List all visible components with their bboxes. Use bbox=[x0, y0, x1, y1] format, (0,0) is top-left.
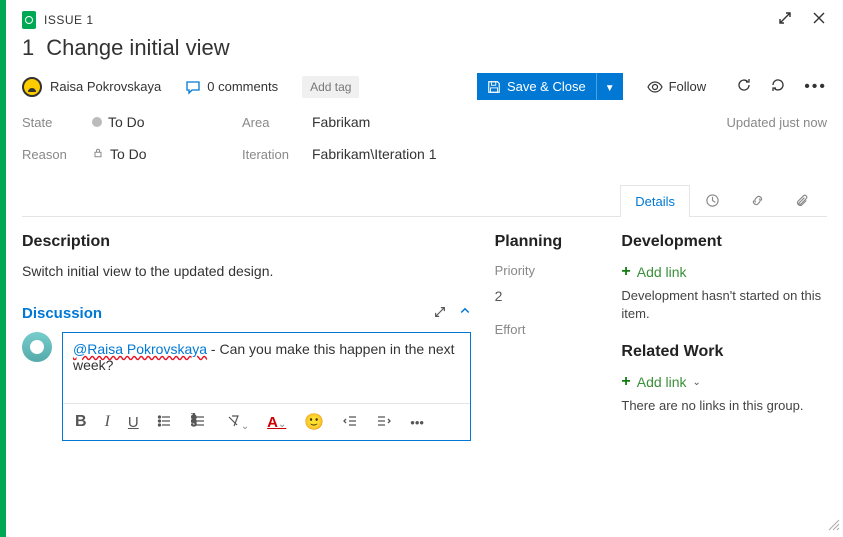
updated-text: Updated just now bbox=[727, 115, 827, 130]
toolbar-more-button[interactable]: ••• bbox=[410, 415, 424, 430]
comments-button[interactable]: 0 comments bbox=[185, 79, 278, 95]
plus-icon: + bbox=[621, 263, 630, 281]
mention[interactable]: @Raisa Pokrovskaya bbox=[73, 341, 207, 357]
numbered-list-button[interactable]: 123 bbox=[191, 413, 207, 432]
clear-format-button[interactable]: ⌄ bbox=[225, 413, 249, 432]
tab-details[interactable]: Details bbox=[620, 185, 690, 217]
bullet-list-button[interactable] bbox=[157, 413, 173, 432]
iteration-value[interactable]: Fabrikam\Iteration 1 bbox=[312, 146, 727, 162]
tabs: Details bbox=[22, 184, 827, 217]
save-close-split-button: Save & Close ▼ bbox=[477, 73, 623, 100]
priority-value[interactable]: 2 bbox=[495, 288, 598, 304]
priority-label: Priority bbox=[495, 263, 598, 278]
reason-value[interactable]: To Do bbox=[92, 146, 242, 162]
comments-label: 0 comments bbox=[207, 79, 278, 94]
save-close-button[interactable]: Save & Close bbox=[477, 73, 596, 100]
area-value[interactable]: Fabrikam bbox=[312, 114, 727, 130]
related-addlink[interactable]: +Add link ⌄ bbox=[621, 373, 827, 391]
related-text: There are no links in this group. bbox=[621, 397, 827, 415]
issue-type-icon bbox=[22, 11, 36, 29]
area-label: Area bbox=[242, 115, 312, 130]
comment-editor[interactable]: @Raisa Pokrovskaya - Can you make this h… bbox=[62, 332, 471, 441]
follow-button[interactable]: Follow bbox=[647, 79, 707, 95]
avatar-icon bbox=[22, 77, 42, 97]
tab-links[interactable] bbox=[735, 184, 780, 216]
iteration-label: Iteration bbox=[242, 147, 312, 162]
add-tag-button[interactable]: Add tag bbox=[302, 76, 359, 98]
issue-label: ISSUE 1 bbox=[44, 13, 94, 27]
save-close-dropdown[interactable]: ▼ bbox=[596, 73, 623, 100]
tab-history[interactable] bbox=[690, 184, 735, 216]
fullscreen-icon[interactable] bbox=[777, 10, 793, 29]
description-text[interactable]: Switch initial view to the updated desig… bbox=[22, 263, 471, 279]
comment-body[interactable]: @Raisa Pokrovskaya - Can you make this h… bbox=[63, 333, 470, 403]
editor-toolbar: B I U 123 ⌄ A⌄ 🙂 ••• bbox=[63, 403, 470, 440]
related-heading: Related Work bbox=[621, 343, 827, 361]
description-heading: Description bbox=[22, 233, 471, 251]
outdent-button[interactable] bbox=[342, 413, 358, 432]
work-item-title[interactable]: Change initial view bbox=[46, 35, 229, 61]
discussion-expand-icon[interactable] bbox=[433, 305, 447, 322]
tab-attachments[interactable] bbox=[780, 184, 825, 216]
assignee-name: Raisa Pokrovskaya bbox=[50, 79, 161, 94]
more-actions-icon[interactable]: ••• bbox=[804, 78, 827, 96]
resize-grip-icon[interactable] bbox=[827, 518, 841, 535]
development-text: Development hasn't started on this item. bbox=[621, 287, 827, 323]
effort-label: Effort bbox=[495, 322, 598, 337]
development-heading: Development bbox=[621, 233, 827, 251]
underline-button[interactable]: U bbox=[128, 414, 139, 431]
lock-icon bbox=[92, 146, 104, 162]
work-item-id: 1 bbox=[22, 35, 34, 61]
italic-button[interactable]: I bbox=[105, 413, 110, 431]
indent-button[interactable] bbox=[376, 413, 392, 432]
discussion-heading: Discussion bbox=[22, 305, 102, 322]
undo-icon[interactable] bbox=[770, 77, 786, 96]
bold-button[interactable]: B bbox=[75, 413, 87, 431]
follow-label: Follow bbox=[669, 79, 707, 94]
svg-text:3: 3 bbox=[191, 418, 197, 429]
reason-label: Reason bbox=[22, 147, 92, 162]
assignee[interactable]: Raisa Pokrovskaya bbox=[22, 77, 161, 97]
development-addlink[interactable]: +Add link bbox=[621, 263, 827, 281]
discussion-collapse-icon[interactable] bbox=[459, 305, 471, 322]
emoji-button[interactable]: 🙂 bbox=[304, 412, 324, 432]
state-label: State bbox=[22, 115, 92, 130]
font-color-button[interactable]: A⌄ bbox=[267, 414, 286, 431]
save-close-label: Save & Close bbox=[507, 79, 586, 94]
refresh-icon[interactable] bbox=[736, 77, 752, 96]
planning-heading: Planning bbox=[495, 233, 598, 251]
close-icon[interactable] bbox=[811, 10, 827, 29]
comment-avatar-icon bbox=[22, 332, 52, 362]
state-dot-icon bbox=[92, 117, 102, 127]
state-value[interactable]: To Do bbox=[92, 114, 242, 130]
plus-icon: + bbox=[621, 373, 630, 391]
